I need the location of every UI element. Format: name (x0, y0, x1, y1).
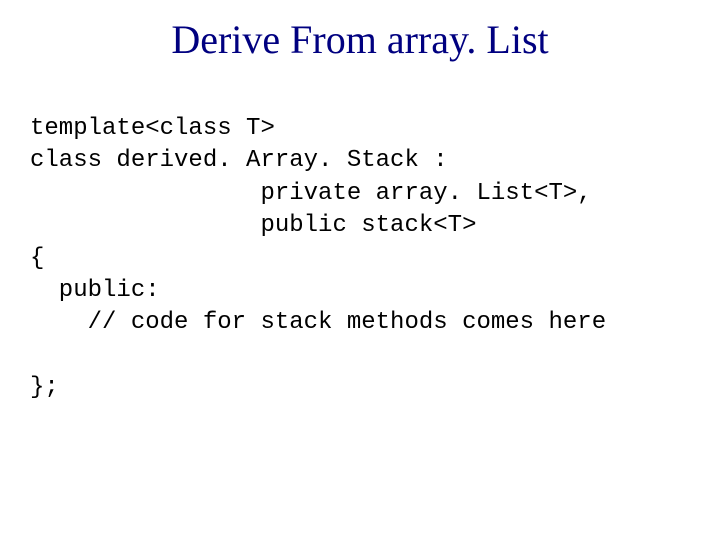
code-block: template<class T> class derived. Array. … (30, 113, 690, 405)
code-line: template<class T> (30, 115, 275, 142)
slide: Derive From array. List template<class T… (0, 0, 720, 540)
code-line: private array. List<T>, (30, 180, 592, 207)
slide-title: Derive From array. List (30, 16, 690, 63)
code-line: public stack<T> (30, 212, 476, 239)
code-line: public: (30, 277, 160, 304)
code-line: // code for stack methods comes here (30, 309, 606, 336)
code-line: { (30, 245, 44, 272)
code-line: class derived. Array. Stack : (30, 147, 448, 174)
code-line: }; (30, 374, 59, 401)
